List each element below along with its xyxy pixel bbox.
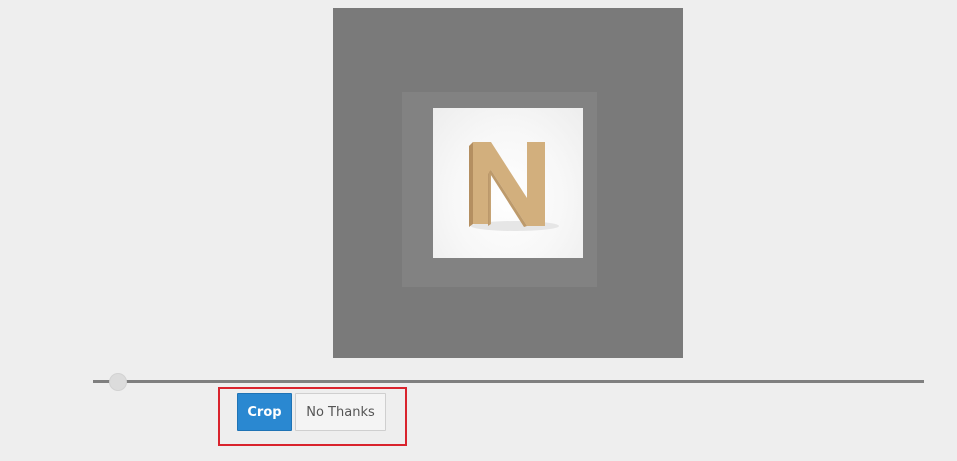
no-thanks-button[interactable]: No Thanks [295, 393, 386, 431]
letter-n-image [469, 142, 559, 231]
crop-button[interactable]: Crop [237, 393, 292, 431]
image-crop-dialog: Crop No Thanks [0, 0, 957, 461]
crop-image [433, 108, 583, 258]
zoom-slider-handle[interactable] [109, 374, 126, 390]
zoom-slider-track[interactable] [93, 380, 924, 383]
crop-canvas[interactable] [333, 8, 683, 358]
